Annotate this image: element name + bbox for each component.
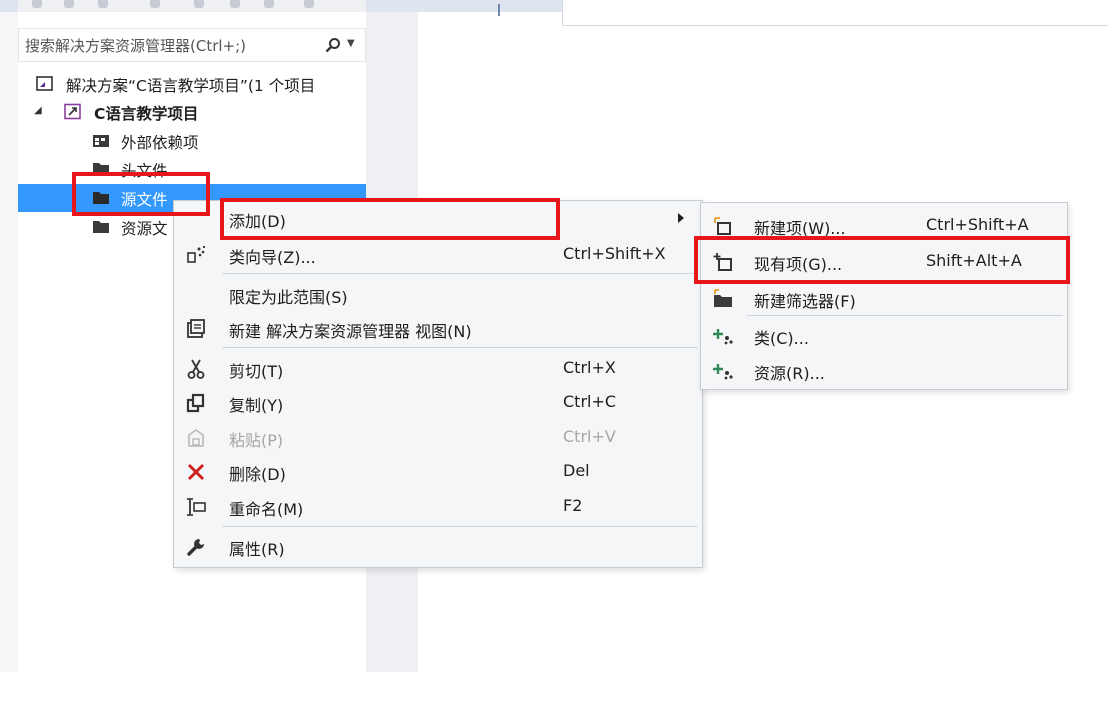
- history-icon[interactable]: [194, 0, 204, 8]
- tree-item-label: 资源文: [121, 220, 168, 238]
- new-item-icon: [714, 217, 731, 235]
- menu-separator: [222, 347, 698, 348]
- menu-item-paste[interactable]: 粘贴(P) Ctrl+V: [174, 421, 702, 454]
- resource-icon: [713, 364, 733, 380]
- project-icon: [64, 103, 81, 120]
- menu-item-label: 新建 解决方案资源管理器 视图(N): [229, 322, 472, 341]
- new-view-icon: [187, 319, 205, 338]
- settings-icon[interactable]: [304, 0, 314, 8]
- search-input[interactable]: 搜索解决方案资源管理器(Ctrl+;): [25, 35, 246, 56]
- search-options-dropdown-icon[interactable]: ▼: [347, 38, 355, 49]
- add-submenu: 新建项(W)... Ctrl+Shift+A 现有项(G)... Shift+A…: [700, 202, 1068, 390]
- tree-item-external-dependencies[interactable]: 外部依赖项: [18, 127, 366, 155]
- submenu-item-resource[interactable]: 资源(R)...: [701, 352, 1067, 388]
- menu-item-rename[interactable]: 重命名(M) F2: [174, 490, 702, 523]
- tree-item-label: 外部依赖项: [121, 134, 199, 152]
- submenu-item-class[interactable]: 类(C)...: [701, 317, 1067, 353]
- forward-icon[interactable]: [64, 0, 74, 8]
- menu-item-delete[interactable]: 删除(D) Del: [174, 455, 702, 488]
- project-label: C语言教学项目: [94, 105, 199, 123]
- external-dependencies-icon: [93, 135, 109, 147]
- menu-item-label: 复制(Y): [229, 396, 284, 415]
- sync-icon[interactable]: [150, 0, 160, 8]
- class-wizard-icon: [187, 245, 206, 263]
- menu-item-shortcut: Del: [563, 461, 590, 480]
- menu-item-properties[interactable]: 属性(R): [174, 530, 702, 563]
- submenu-item-shortcut: Ctrl+Shift+A: [926, 215, 1029, 234]
- menu-item-label: 限定为此范围(S): [229, 288, 348, 307]
- context-menu: 添加(D) 类向导(Z)... Ctrl+Shift+X 限定为此范围(S) 新…: [173, 200, 703, 568]
- scissors-icon: [187, 359, 205, 379]
- new-filter-icon: [714, 289, 732, 307]
- search-box[interactable]: 搜索解决方案资源管理器(Ctrl+;) ▼: [18, 28, 366, 62]
- menu-item-shortcut: Ctrl+X: [563, 358, 616, 377]
- menu-item-shortcut: Ctrl+Shift+X: [563, 244, 666, 263]
- project-node[interactable]: ◢ C语言教学项目: [18, 98, 366, 126]
- solution-icon: [36, 76, 53, 91]
- home-icon[interactable]: [98, 0, 108, 8]
- collapse-icon[interactable]: [230, 0, 240, 8]
- menu-item-copy[interactable]: 复制(Y) Ctrl+C: [174, 386, 702, 419]
- menu-item-new-view[interactable]: 新建 解决方案资源管理器 视图(N): [174, 312, 702, 345]
- delete-icon: [187, 463, 205, 481]
- paste-icon: [188, 429, 204, 447]
- menu-item-shortcut: F2: [563, 496, 583, 515]
- menu-separator: [222, 526, 698, 527]
- wrench-icon: [187, 539, 204, 556]
- search-icon[interactable]: [325, 37, 341, 53]
- highlight-existing-item: [694, 236, 1070, 284]
- submenu-item-label: 资源(R)...: [754, 364, 825, 383]
- explorer-toolbar: [18, 0, 366, 12]
- menu-item-label: 类向导(Z)...: [229, 248, 316, 267]
- menu-item-label: 剪切(T): [229, 362, 284, 381]
- back-icon[interactable]: [32, 0, 42, 8]
- submenu-item-label: 类(C)...: [754, 329, 809, 348]
- editor-caret: [498, 4, 500, 16]
- highlight-add-menu-item: [220, 198, 560, 240]
- left-edge: [0, 12, 18, 672]
- submenu-item-label: 新建筛选器(F): [754, 292, 856, 311]
- submenu-item-new-filter[interactable]: 新建筛选器(F): [701, 280, 1067, 316]
- highlight-source-files: [72, 172, 210, 216]
- menu-item-label: 重命名(M): [229, 500, 304, 519]
- menu-item-shortcut: Ctrl+V: [563, 427, 616, 446]
- solution-node[interactable]: 解决方案“C语言教学项目”(1 个项目: [18, 70, 366, 98]
- menu-item-scope[interactable]: 限定为此范围(S): [174, 278, 702, 311]
- menu-item-class-wizard[interactable]: 类向导(Z)... Ctrl+Shift+X: [174, 238, 702, 271]
- solution-label: 解决方案“C语言教学项目”(1 个项目: [66, 77, 316, 95]
- menu-item-shortcut: Ctrl+C: [563, 392, 617, 411]
- menu-item-label: 删除(D): [229, 465, 286, 484]
- editor-tab-area: [562, 0, 1108, 26]
- menu-item-cut[interactable]: 剪切(T) Ctrl+X: [174, 352, 702, 385]
- copy-icon: [186, 393, 205, 413]
- expand-arrow-icon[interactable]: ◢: [34, 105, 42, 116]
- menu-separator: [222, 273, 698, 274]
- rename-icon: [187, 498, 206, 516]
- properties-icon[interactable]: [264, 0, 274, 8]
- class-icon: [713, 329, 733, 345]
- submenu-arrow-icon: [678, 213, 684, 223]
- menu-item-label: 粘贴(P): [229, 431, 284, 450]
- menu-item-label: 属性(R): [229, 540, 285, 559]
- folder-icon: [93, 221, 109, 233]
- menu-separator: [747, 315, 1063, 316]
